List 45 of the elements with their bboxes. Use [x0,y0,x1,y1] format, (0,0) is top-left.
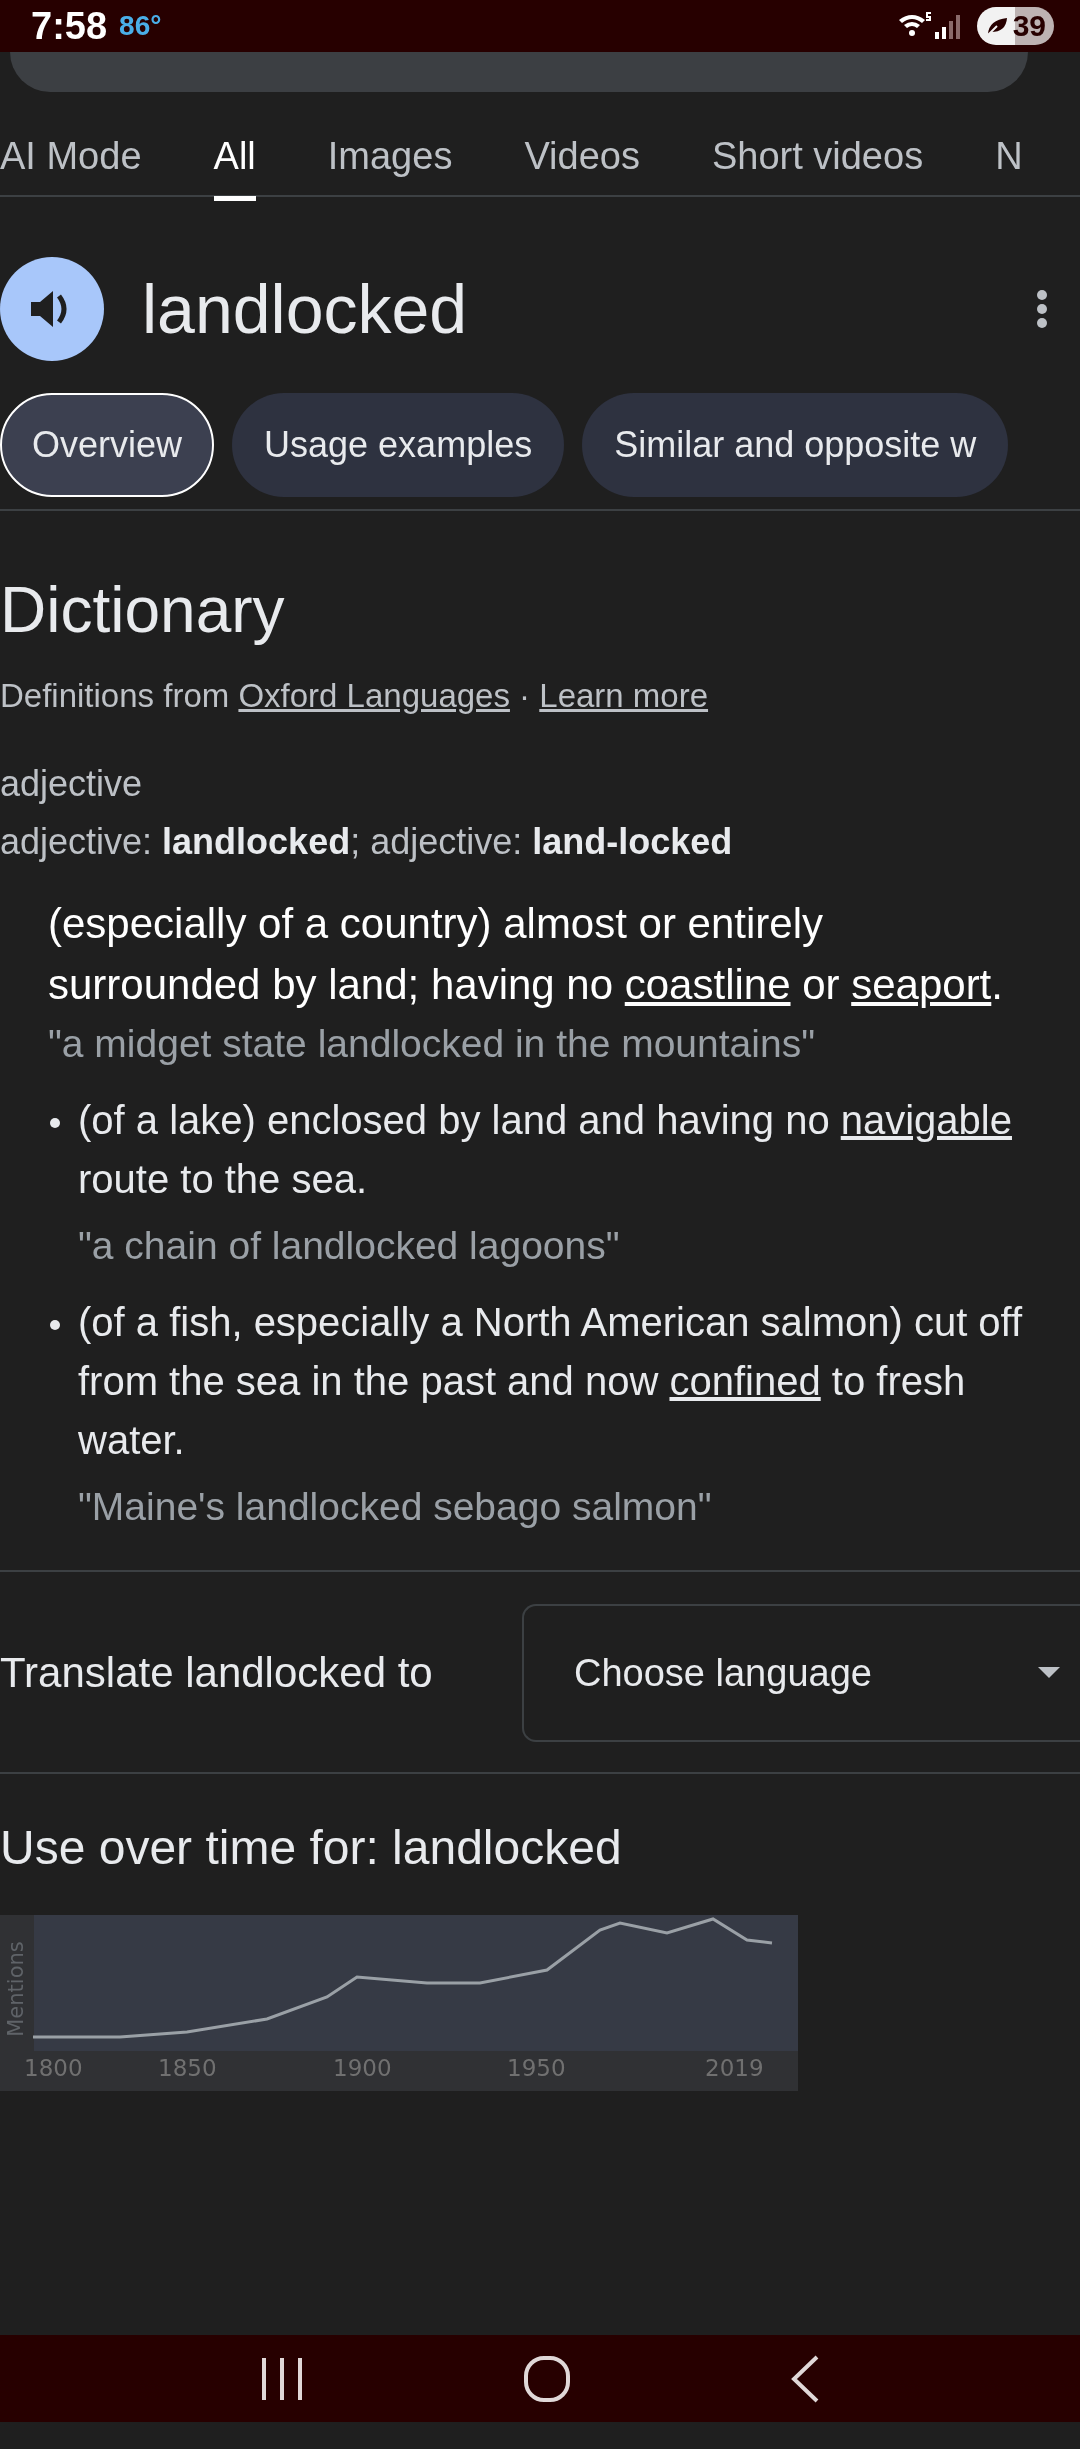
axis-label: 2019 [705,2055,764,2081]
example-text: "Maine's landlocked sebago salmon" [78,1484,713,1530]
definition-text: (of a lake) enclosed by land and having no navigable route to the sea. [78,1097,1013,1203]
bullet-icon [50,1118,60,1128]
back-icon[interactable] [790,2354,821,2403]
language-dropdown[interactable]: Choose language [522,1604,1080,1742]
definition-text: (of a fish, especially a North American salmon) cut off from the sea in the past and now confined to fresh water. [78,1299,1024,1464]
chip[interactable]: Similar and opposite w [582,393,1009,497]
link[interactable]: confined [669,1359,821,1403]
part-of-speech: adjective [0,762,144,806]
tab[interactable]: Images [327,134,453,201]
signal-icon [932,12,963,40]
link[interactable]: coastline [624,961,791,1008]
link[interactable]: navigable [840,1098,1012,1142]
battery-level: 39 [1012,9,1046,43]
word-title: landlocked [142,270,469,348]
definition-text: (especially of a country) almost or entirely surrounded by land; having no coastline or seaport. [48,899,1004,1010]
link[interactable]: Oxford Languages [238,677,510,714]
section-heading: Use over time for: landlocked [0,1820,623,1875]
tab[interactable]: AI Mode [0,134,142,201]
more-options-icon[interactable] [1036,289,1048,329]
axis-label: 1900 [333,2055,392,2081]
word-forms: adjective: landlocked; adjective: land-locked [0,820,734,864]
bullet-icon [50,1320,60,1330]
home-icon[interactable] [523,2354,571,2403]
example-text: "a midget state landlocked in the mountains" [48,1021,816,1067]
tab[interactable]: N [995,134,1023,201]
temperature: 86° [119,10,162,42]
translate-label: Translate landlocked to [0,1649,434,1697]
chip[interactable]: Overview [0,393,215,497]
example-text: "a chain of landlocked lagoons" [78,1223,621,1269]
tab[interactable]: Short videos [711,134,924,201]
link[interactable]: seaport [851,961,992,1008]
caret-icon [1038,1667,1060,1679]
clock: 7:58 [31,4,108,48]
source-text: Definitions from Oxford Languages · Learn more [0,677,710,715]
tab[interactable]: All [213,134,256,201]
recent-apps-icon[interactable] [259,2355,304,2402]
axis-label: 1950 [507,2055,566,2081]
chip[interactable]: Usage examples [232,393,565,497]
tab[interactable]: Videos [524,134,640,201]
axis-label: 1850 [158,2055,217,2081]
section-heading: Dictionary [0,573,286,647]
link[interactable]: Learn more [539,677,709,714]
axis-label: 1800 [24,2055,83,2081]
